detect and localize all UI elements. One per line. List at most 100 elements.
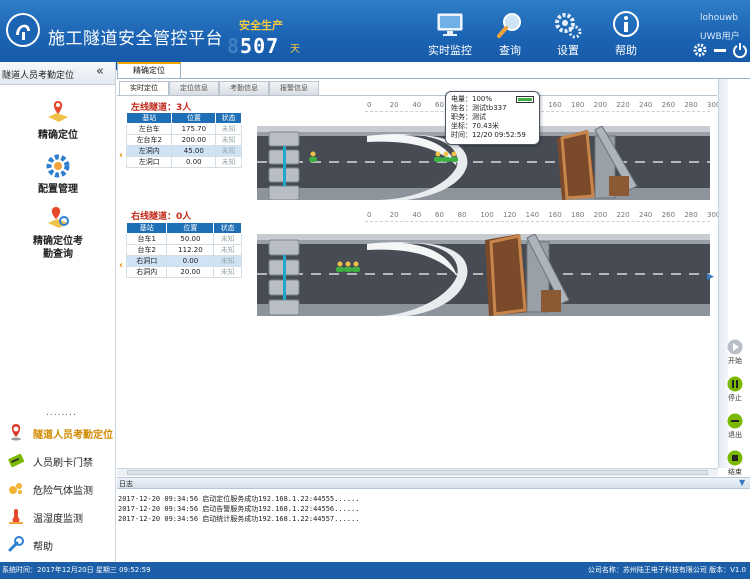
safety-days-counter: 8507 <box>227 34 279 58</box>
table-row[interactable]: 台车2 112.20 未知 <box>125 244 242 256</box>
exit-label: 退出 <box>728 431 742 439</box>
position-cell: 20.00 <box>166 266 215 278</box>
table-row[interactable]: 左洞口 0.00 未知 <box>125 156 242 168</box>
thermometer-icon <box>7 507 25 525</box>
station-cell: 左台车2 <box>125 134 173 146</box>
nav-settings[interactable]: 设置 <box>538 10 598 58</box>
sidebar-item-precise-location[interactable]: 精确定位 <box>0 99 116 142</box>
log-header: 日志 ▼ <box>117 477 750 489</box>
sidebar-item-config-management-label: 配置管理 <box>38 184 78 195</box>
config-gear-icon <box>45 153 71 179</box>
status-cell: 未知 <box>213 244 242 256</box>
right-tunnel-title: 右线隧道：0人 <box>131 212 192 222</box>
right-tunnel-prev-icon[interactable]: ‹ <box>119 260 123 271</box>
sidebar-item-attendance-query-label: 精确定位考 勤查询 <box>0 235 116 261</box>
status-cell: 未知 <box>215 123 242 135</box>
left-tunnel-prev-icon[interactable]: ‹ <box>119 150 123 161</box>
table-row[interactable]: 左洞内 45.00 未知 <box>125 145 242 157</box>
status-cell: 未知 <box>213 233 242 245</box>
worker-marker[interactable] <box>307 151 319 163</box>
col-station: 基站 <box>125 222 168 234</box>
nav-query[interactable]: 查询 <box>480 10 540 58</box>
scale-tick-label: 60 <box>435 101 444 109</box>
sidebar-item-config-management[interactable]: 配置管理 <box>0 153 116 196</box>
end-button[interactable]: 结束 <box>721 450 749 477</box>
nav-help[interactable]: 帮助 <box>596 10 656 58</box>
exit-button[interactable]: 退出 <box>721 413 749 440</box>
log-title: 日志 <box>119 480 133 488</box>
col-station: 基站 <box>125 112 173 124</box>
module-temp-humidity[interactable]: 温湿度监测 <box>0 502 116 530</box>
worker-group-marker[interactable] <box>335 261 361 273</box>
scale-tick-label: 160 <box>548 101 562 109</box>
scale-tick-label: 100 <box>480 211 494 219</box>
log-line: 2017-12-20 09:34:56 启动统计服务成功192.168.1.22… <box>118 515 360 523</box>
settings-gear-small-icon[interactable] <box>692 42 708 58</box>
log-line: 2017-12-20 09:34:56 启动告警服务成功192.168.1.22… <box>118 505 360 513</box>
scale-tick-label: 40 <box>412 101 422 109</box>
scale-tick-label: 260 <box>661 211 676 219</box>
module-help[interactable]: 帮助 <box>0 530 116 558</box>
col-status: 状态 <box>213 222 242 234</box>
right-tunnel-view <box>257 234 710 316</box>
start-button[interactable]: 开始 <box>721 339 749 366</box>
module-card-access-label: 人员刷卡门禁 <box>33 458 93 469</box>
tab-precise-location[interactable]: 精确定位 <box>117 62 181 78</box>
station-cell: 右洞口 <box>125 255 168 267</box>
stop-square-icon <box>727 450 743 466</box>
status-cell: 未知 <box>215 134 242 146</box>
scale-tick-label: 120 <box>503 211 517 219</box>
module-tunnel-attendance[interactable]: 隧道人员考勤定位 <box>0 418 116 446</box>
scale-tick-label: 220 <box>616 211 630 219</box>
table-row[interactable]: 左台车2 200.00 未知 <box>125 134 242 146</box>
subtab-alarm-info[interactable]: 报警信息 <box>269 81 319 95</box>
module-gas-monitor-label: 危险气体监测 <box>33 486 93 497</box>
position-cell: 45.00 <box>171 145 217 157</box>
scale-tick-label: 160 <box>548 211 562 219</box>
collapse-log-icon[interactable]: ▼ <box>739 478 745 487</box>
position-cell: 0.00 <box>171 156 217 168</box>
col-status: 状态 <box>215 112 242 124</box>
tooltip-coord: 坐标：70.43米 <box>451 122 500 130</box>
worker-info-tooltip: 电量：100% 姓名：测试tb337 职务：测试 坐标：70.43米 时间：12… <box>445 91 540 145</box>
expand-right-icon[interactable]: ▶ <box>707 272 714 282</box>
right-tunnel-scale: 0 20 40 60 80 100 120 140 160 180 200 220 240 260 280 3… <box>365 210 720 222</box>
status-cell: 未知 <box>215 145 242 157</box>
scrollbar-thumb[interactable] <box>127 470 708 475</box>
collapse-sidebar-button[interactable]: « <box>96 64 104 79</box>
module-gas-monitor[interactable]: 危险气体监测 <box>0 474 116 502</box>
table-row[interactable]: 右洞口 0.00 未知 <box>125 255 242 267</box>
right-collapse-strip[interactable] <box>718 79 728 468</box>
stop-button[interactable]: 停止 <box>721 376 749 403</box>
module-help-label: 帮助 <box>33 542 53 553</box>
power-icon[interactable] <box>732 42 748 59</box>
table-row[interactable]: 右洞内 20.00 未知 <box>125 266 242 278</box>
station-cell: 左台车 <box>125 123 173 135</box>
minimize-icon[interactable] <box>712 42 728 58</box>
nav-realtime-monitor-label: 实时监控 <box>428 44 472 57</box>
table-row[interactable]: 左台车 175.70 未知 <box>125 123 242 135</box>
app-title: 施工隧道安全管控平台 <box>48 29 223 49</box>
subtab-realtime[interactable]: 实时定位 <box>119 81 169 95</box>
subtab-attendance-info[interactable]: 考勤信息 <box>219 81 269 95</box>
nav-help-label: 帮助 <box>615 44 637 57</box>
attendance-query-label-line1: 精确定位考 <box>33 236 83 247</box>
nav-realtime-monitor[interactable]: 实时监控 <box>420 10 480 58</box>
worker-group-marker[interactable] <box>433 151 459 163</box>
realtime-panel: 左线隧道：3人 基站 位置 状态 左台车 175.70 未知 左台车2 200.00 未… <box>117 91 720 468</box>
module-temp-humidity-label: 温湿度监测 <box>33 514 83 525</box>
horizontal-scrollbar[interactable] <box>117 468 718 476</box>
subtab-location-info[interactable]: 定位信息 <box>169 81 219 95</box>
col-position: 位置 <box>171 112 217 124</box>
user-role: UWB用户 <box>700 32 740 42</box>
nav-settings-label: 设置 <box>557 44 579 57</box>
nav-query-label: 查询 <box>499 44 521 57</box>
sidebar-item-attendance-query[interactable]: 精确定位考 勤查询 <box>0 205 116 261</box>
position-cell: 0.00 <box>166 255 215 267</box>
card-icon <box>7 451 25 469</box>
sidebar-item-precise-location-label: 精确定位 <box>38 130 78 141</box>
status-cell: 未知 <box>215 156 242 168</box>
module-card-access[interactable]: 人员刷卡门禁 <box>0 446 116 474</box>
safety-days-unit: 天 <box>290 44 300 55</box>
table-row[interactable]: 台车1 50.00 未知 <box>125 233 242 245</box>
